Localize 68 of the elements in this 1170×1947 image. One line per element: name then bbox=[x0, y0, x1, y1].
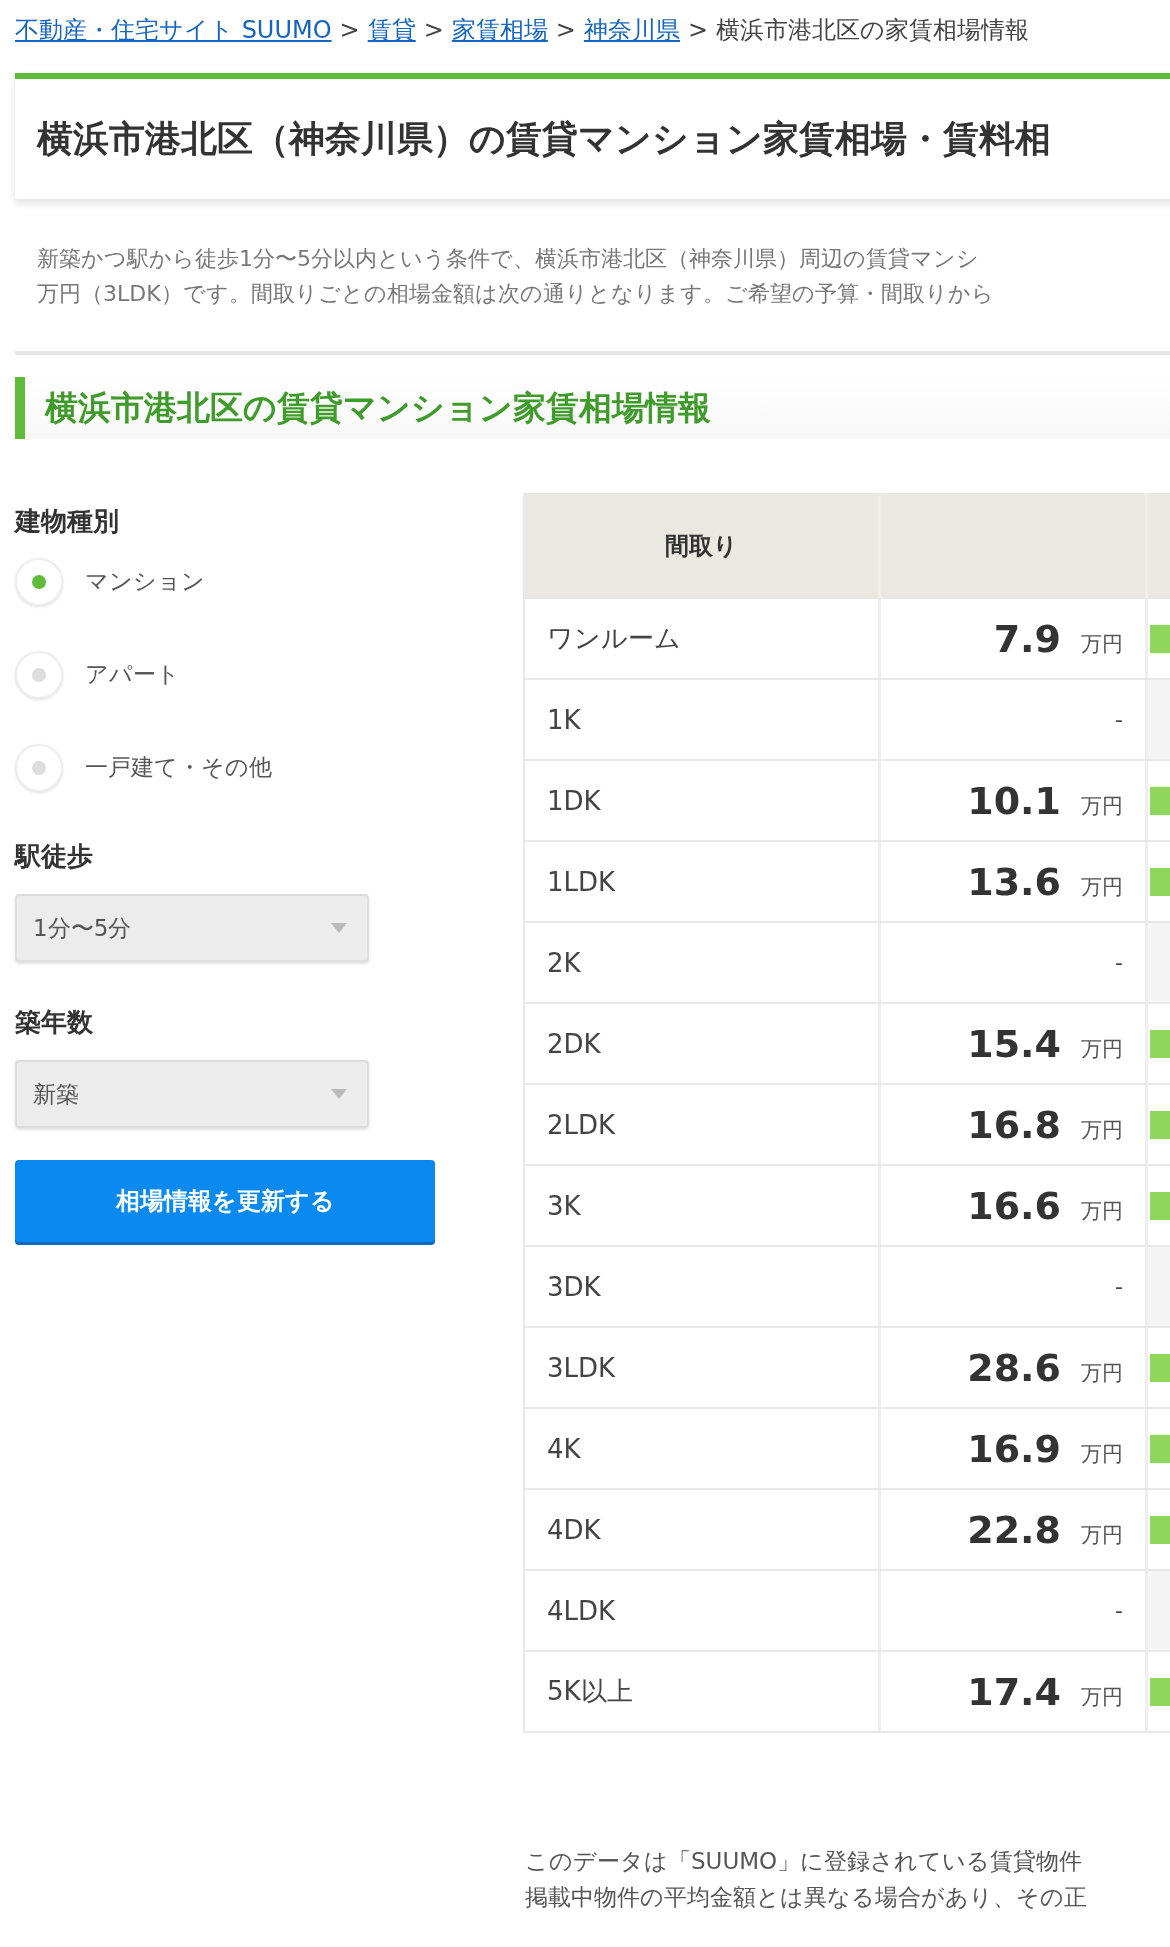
update-button[interactable]: 相場情報を更新する bbox=[15, 1160, 435, 1242]
intro-text: 万円（3LDK）です。間取りごとの相場金額は次の通りとなります。ご希望の予算・間取りから bbox=[37, 280, 995, 308]
price-unit: 万円 bbox=[1081, 1197, 1123, 1225]
layout-cell: 1DK bbox=[525, 761, 881, 840]
layout-cell: 2K bbox=[525, 923, 881, 1002]
price-value: 16.8 bbox=[967, 1102, 1061, 1147]
price-unit: 万円 bbox=[1081, 1440, 1123, 1468]
breadcrumb-current: 横浜市港北区の家賃相場情報 bbox=[716, 15, 1030, 46]
layout-cell: 4K bbox=[525, 1409, 881, 1488]
price-unit: 万円 bbox=[1081, 630, 1123, 658]
price-unit: 万円 bbox=[1081, 1683, 1123, 1711]
filter-label: 築年数 bbox=[15, 1006, 94, 1039]
layout-cell: 1LDK bbox=[525, 842, 881, 921]
price-value: 16.9 bbox=[967, 1426, 1061, 1471]
layout-cell: ワンルーム bbox=[525, 599, 881, 678]
breadcrumb-link[interactable]: 家賃相場 bbox=[451, 14, 548, 46]
price-unit: 万円 bbox=[1081, 1035, 1123, 1063]
column-header: 間取り bbox=[525, 495, 881, 597]
price-unit: 万円 bbox=[1081, 1359, 1123, 1387]
breadcrumb-link[interactable]: 不動産・住宅サイト SUUMO bbox=[15, 14, 332, 46]
price-value: 10.1 bbox=[967, 778, 1061, 823]
price-value: 16.6 bbox=[967, 1183, 1061, 1228]
price-value: 17.4 bbox=[967, 1669, 1061, 1714]
no-data-dash: - bbox=[1115, 1274, 1123, 1299]
layout-cell: 3DK bbox=[525, 1247, 881, 1326]
no-data-dash: - bbox=[1115, 707, 1123, 732]
layout-cell: 1K bbox=[525, 680, 881, 759]
price-unit: 万円 bbox=[1081, 792, 1123, 820]
page-title: 横浜市港北区（神奈川県）の賃貸マンション家賃相場・賃料相 bbox=[37, 116, 1051, 161]
breadcrumb-link[interactable]: 賃貸 bbox=[367, 14, 416, 46]
price-value: 28.6 bbox=[967, 1345, 1061, 1390]
breadcrumb-separator: > bbox=[423, 16, 444, 44]
price-unit: 万円 bbox=[1081, 873, 1123, 901]
radio-label[interactable]: アパート bbox=[85, 659, 180, 690]
intro-text: 新築かつ駅から徒歩1分〜5分以内という条件で、横浜市港北区（神奈川県）周辺の賃貸マンシ bbox=[37, 245, 980, 273]
section-title: 横浜市港北区の賃貸マンション家賃相場情報 bbox=[45, 386, 711, 429]
layout-cell: 5K以上 bbox=[525, 1652, 881, 1731]
radio-button[interactable] bbox=[15, 650, 63, 699]
breadcrumb-separator: > bbox=[339, 16, 360, 44]
breadcrumb-link[interactable]: 神奈川県 bbox=[583, 14, 680, 46]
no-data-dash: - bbox=[1115, 1598, 1123, 1623]
price-unit: 万円 bbox=[1081, 1521, 1123, 1549]
radio-button[interactable] bbox=[15, 557, 63, 606]
price-value: 22.8 bbox=[967, 1507, 1061, 1552]
dropdown[interactable]: 1分〜5分 bbox=[15, 894, 369, 962]
filter-label: 駅徒歩 bbox=[15, 840, 94, 873]
price-value: 13.6 bbox=[967, 859, 1061, 904]
breadcrumb-separator: > bbox=[555, 16, 576, 44]
radio-label[interactable]: 一戸建て・その他 bbox=[85, 752, 272, 783]
breadcrumb-separator: > bbox=[687, 16, 709, 44]
price-unit: 万円 bbox=[1081, 1116, 1123, 1144]
caret-icon bbox=[331, 1089, 347, 1099]
price-value: 15.4 bbox=[967, 1021, 1061, 1066]
layout-cell: 2LDK bbox=[525, 1085, 881, 1164]
note-text: 掲載中物件の平均金額とは異なる場合があり、その正 bbox=[525, 1883, 1088, 1912]
layout-cell: 3LDK bbox=[525, 1328, 881, 1407]
layout-cell: 4DK bbox=[525, 1490, 881, 1569]
note-text: このデータは「SUUMO」に登録されている賃貸物件 bbox=[525, 1847, 1084, 1876]
radio-label[interactable]: マンション bbox=[85, 566, 205, 597]
dropdown[interactable]: 新築 bbox=[15, 1060, 369, 1128]
layout-cell: 2DK bbox=[525, 1004, 881, 1083]
caret-icon bbox=[331, 923, 347, 933]
radio-button[interactable] bbox=[15, 743, 63, 792]
layout-cell: 3K bbox=[525, 1166, 881, 1245]
filter-label: 建物種別 bbox=[15, 505, 120, 538]
price-value: 7.9 bbox=[993, 616, 1061, 661]
layout-cell: 4LDK bbox=[525, 1571, 881, 1650]
no-data-dash: - bbox=[1115, 950, 1123, 975]
